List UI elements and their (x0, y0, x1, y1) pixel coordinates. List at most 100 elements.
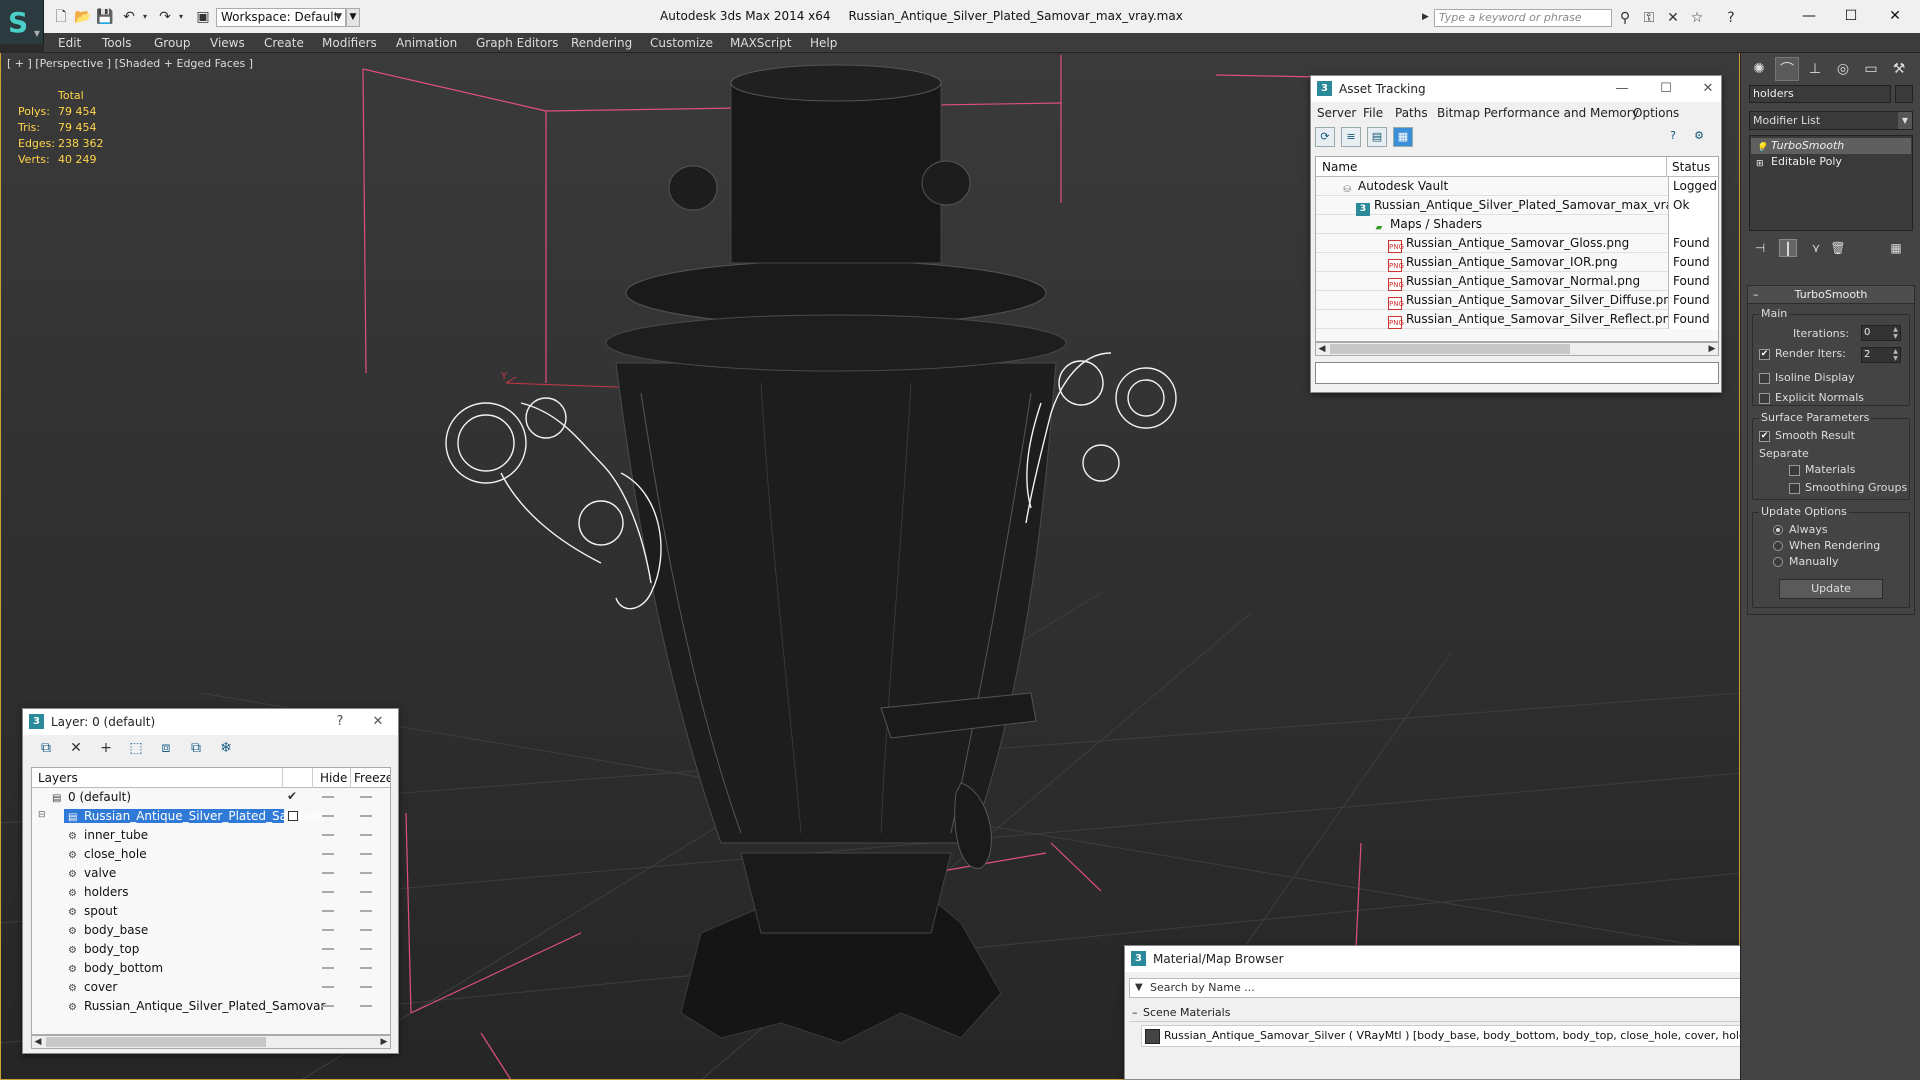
col-freeze[interactable]: Freeze (354, 771, 390, 785)
remove-modifier-icon[interactable]: 🗑 (1829, 239, 1847, 257)
asset-menu-server[interactable]: Server (1317, 106, 1356, 120)
layer-object-row[interactable]: ⚙ valve (32, 864, 390, 883)
delete-layer-icon[interactable]: ✕ (67, 739, 85, 757)
pin-stack-icon[interactable]: ⊣ (1751, 239, 1769, 257)
modifier-list-dropdown[interactable]: Modifier List ▼ (1749, 111, 1913, 130)
object-color-swatch[interactable] (1895, 85, 1913, 103)
refresh-icon[interactable]: ⟳ (1315, 127, 1335, 147)
maximize-icon[interactable]: ☐ (1836, 6, 1866, 26)
infocenter-search-input[interactable]: Type a keyword or phrase (1434, 9, 1612, 27)
asset-row[interactable]: ⛁ Autodesk Vault Logged (1316, 177, 1718, 196)
app-menu-button[interactable]: S ▼ (0, 0, 44, 44)
layer-object-row[interactable]: ⚙ Russian_Antique_Silver_Plated_Samovar (32, 997, 390, 1016)
update-button[interactable]: Update (1779, 579, 1883, 599)
communication-icon[interactable]: ✕ (1664, 10, 1682, 26)
table-view-icon[interactable]: ▦ (1393, 127, 1413, 147)
asset-menu-options[interactable]: Options (1633, 106, 1679, 120)
asset-menu-paths[interactable]: Paths (1395, 106, 1428, 120)
col-layers[interactable]: Layers (38, 771, 78, 785)
set-current-layer-box[interactable] (288, 811, 298, 821)
update-always-radio[interactable] (1773, 525, 1783, 535)
help-icon[interactable]: ? (1722, 10, 1740, 26)
layer-row-default[interactable]: ▤ 0 (default) ✔ (32, 788, 390, 807)
update-manually-radio[interactable] (1773, 557, 1783, 567)
layer-manager-titlebar[interactable]: 3 Layer: 0 (default) ? ✕ (23, 709, 398, 735)
collapse-icon[interactable]: ⊟ (38, 810, 46, 820)
scroll-left-icon[interactable]: ◀ (1316, 343, 1328, 355)
asset-tracking-titlebar[interactable]: 3 Asset Tracking — ☐ ✕ (1311, 76, 1721, 102)
menu-maxscript[interactable]: MAXScript (730, 36, 792, 50)
menu-views[interactable]: Views (210, 36, 245, 50)
menu-customize[interactable]: Customize (650, 36, 713, 50)
configure-modifier-sets-icon[interactable]: ▦ (1887, 239, 1905, 257)
layer-object-row[interactable]: ⚙ body_base (32, 921, 390, 940)
spinner-arrows-icon[interactable]: ▲ ▼ (1891, 326, 1900, 340)
scroll-thumb[interactable] (46, 1037, 266, 1047)
explicit-normals-checkbox[interactable] (1759, 393, 1770, 404)
turbosmooth-rollout-header[interactable]: – TurboSmooth (1748, 286, 1914, 304)
detail-view-icon[interactable]: ▤ (1367, 127, 1387, 147)
close-icon[interactable]: ✕ (1697, 76, 1719, 102)
col-hide[interactable]: Hide (320, 771, 347, 785)
make-unique-icon[interactable]: ⋎ (1807, 239, 1825, 257)
asset-row[interactable]: PNG Russian_Antique_Samovar_IOR.png Found (1316, 253, 1718, 272)
expand-icon[interactable]: ⊞ (1756, 156, 1764, 172)
save-file-icon[interactable]: 💾 (96, 8, 114, 26)
menu-create[interactable]: Create (264, 36, 304, 50)
layer-object-row[interactable]: ⚙ spout (32, 902, 390, 921)
asset-row[interactable]: 3 Russian_Antique_Silver_Plated_Samovar_m… (1316, 196, 1718, 216)
iterations-spinner[interactable]: 0 ▲ ▼ (1861, 325, 1901, 341)
asset-menu-file[interactable]: File (1363, 106, 1383, 120)
separate-materials-checkbox[interactable] (1789, 465, 1800, 476)
hide-all-layers-icon[interactable]: ⧉ (187, 739, 205, 757)
project-folder-icon[interactable]: ▣ (194, 8, 212, 26)
layer-object-row[interactable]: ⚙ inner_tube (32, 826, 390, 845)
asset-path-field[interactable] (1315, 362, 1719, 384)
close-icon[interactable]: ✕ (367, 709, 389, 735)
layer-object-row[interactable]: ⚙ close_hole (32, 845, 390, 864)
asset-row[interactable]: PNG Russian_Antique_Samovar_Silver_Diffus… (1316, 291, 1718, 310)
layer-object-row[interactable]: ⚙ holders (32, 883, 390, 902)
create-layer-icon[interactable]: ⧉ (37, 739, 55, 757)
workspace-menu-button[interactable]: ▼ (346, 8, 360, 27)
render-iters-checkbox[interactable]: ✔ (1759, 349, 1770, 360)
display-tab-icon[interactable]: ▭ (1859, 57, 1883, 81)
utilities-tab-icon[interactable]: ⚒ (1887, 57, 1911, 81)
layer-row-samovar[interactable]: ⊟ ▤ Russian_Antique_Silver_Plated_Samovar (32, 807, 390, 826)
help-icon[interactable]: ? (329, 709, 351, 735)
spinner-arrows-icon[interactable]: ▲ ▼ (1891, 348, 1900, 362)
smooth-result-checkbox[interactable]: ✔ (1759, 431, 1770, 442)
object-name-field[interactable]: holders (1749, 85, 1891, 103)
undo-dropdown-icon[interactable]: ▾ (136, 8, 154, 26)
asset-row[interactable]: PNG Russian_Antique_Samovar_Normal.png Fo… (1316, 272, 1718, 291)
current-layer-checkmark-icon[interactable]: ✔ (287, 789, 297, 803)
list-view-icon[interactable]: ≡ (1341, 127, 1361, 147)
new-file-icon[interactable]: 🗋 (52, 8, 70, 26)
viewport-label[interactable]: [ + ] [Perspective ] [Shaded + Edged Fac… (7, 57, 253, 70)
show-end-result-icon[interactable]: ┃ (1779, 239, 1797, 257)
select-layer-objects-icon[interactable]: ⬚ (127, 739, 145, 757)
maximize-icon[interactable]: ☐ (1655, 76, 1677, 102)
layer-object-row[interactable]: ⚙ body_bottom (32, 959, 390, 978)
menu-edit[interactable]: Edit (58, 36, 81, 50)
stack-item-turbosmooth[interactable]: 💡 TurboSmooth (1751, 138, 1911, 154)
scroll-right-icon[interactable]: ▶ (1706, 343, 1718, 355)
menu-graph-editors[interactable]: Graph Editors (476, 36, 558, 50)
hierarchy-tab-icon[interactable]: ⊥ (1803, 57, 1827, 81)
layer-object-row[interactable]: ⚙ body_top (32, 940, 390, 959)
close-icon[interactable]: ✕ (1880, 6, 1910, 26)
add-to-layer-icon[interactable]: + (97, 739, 115, 757)
stack-item-editable-poly[interactable]: ⊞ Editable Poly (1751, 154, 1911, 170)
menu-help[interactable]: Help (810, 36, 837, 50)
motion-tab-icon[interactable]: ◎ (1831, 57, 1855, 81)
scroll-thumb[interactable] (1330, 344, 1570, 354)
asset-horizontal-scrollbar[interactable]: ◀ ▶ (1315, 342, 1719, 356)
open-file-icon[interactable]: 📂 (74, 8, 92, 26)
update-when-rendering-radio[interactable] (1773, 541, 1783, 551)
minimize-icon[interactable]: — (1794, 6, 1824, 26)
separate-smoothing-groups-checkbox[interactable] (1789, 483, 1800, 494)
col-status[interactable]: Status (1672, 160, 1710, 174)
menu-group[interactable]: Group (154, 36, 191, 50)
scroll-left-icon[interactable]: ◀ (32, 1036, 44, 1048)
menu-tools[interactable]: Tools (102, 36, 132, 50)
